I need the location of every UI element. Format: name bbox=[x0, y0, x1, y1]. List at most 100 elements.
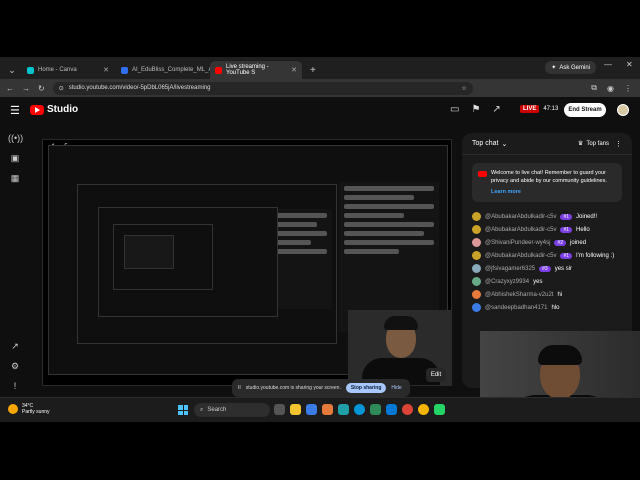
whatsapp-icon[interactable] bbox=[434, 404, 445, 415]
avatar[interactable] bbox=[472, 238, 481, 247]
pause-icon: II bbox=[238, 385, 241, 391]
tab-live-streaming[interactable]: Live streaming - YouTube S ✕ bbox=[210, 61, 302, 79]
chat-message: @Crazyxyz9934 yes bbox=[462, 275, 632, 288]
chat-author[interactable]: @sandeepbadhan4171 bbox=[485, 305, 547, 311]
reload-icon[interactable]: ↻ bbox=[38, 84, 45, 93]
expand-icon[interactable]: ↗ bbox=[8, 341, 22, 352]
browser-tab-strip: ⌄ Home - Canva ✕ AI_EduBliss_Complete_ML… bbox=[0, 57, 640, 79]
canva-icon bbox=[27, 66, 34, 74]
flag-icon[interactable]: ⚑ bbox=[471, 104, 480, 115]
trophy-icon: ♛ bbox=[577, 141, 584, 147]
docs-icon bbox=[121, 66, 128, 74]
sun-icon bbox=[8, 404, 18, 414]
feedback-icon[interactable]: ! bbox=[8, 381, 22, 391]
top-fan-badge: #1 bbox=[560, 213, 573, 220]
end-stream-button[interactable]: End Stream bbox=[564, 103, 606, 117]
nested-screen-3 bbox=[98, 207, 278, 317]
chat-author[interactable]: @jfsivagamer6325 bbox=[485, 266, 535, 272]
settings-gear-icon[interactable]: ⚙ bbox=[8, 361, 22, 372]
learn-more-link[interactable]: Learn more bbox=[491, 188, 616, 196]
taskbar-search[interactable]: ⌕ Search bbox=[194, 403, 270, 417]
weather-widget[interactable]: 34°C Partly sunny bbox=[8, 403, 50, 415]
live-timer: 47:13 bbox=[543, 106, 559, 112]
screen-share-bar: II studio.youtube.com is sharing your sc… bbox=[232, 379, 410, 397]
tab-ai-edubliss[interactable]: AI_EduBliss_Complete_ML_AI ✕ bbox=[116, 61, 224, 79]
minimize-icon[interactable]: — bbox=[604, 60, 612, 69]
avatar[interactable] bbox=[472, 277, 481, 286]
chat-text: Joined!! bbox=[576, 213, 598, 220]
start-button[interactable] bbox=[178, 405, 188, 415]
hamburger-menu-icon[interactable]: ☰ bbox=[10, 104, 20, 117]
profile-icon[interactable]: ◉ bbox=[607, 84, 614, 93]
welcome-notice: Welcome to live chat! Remember to guard … bbox=[472, 163, 622, 202]
chat-message: @AbubakarAbdulkadir-c5v #1 Hello bbox=[462, 223, 632, 236]
chrome-profile-icon[interactable] bbox=[418, 404, 429, 415]
chat-author[interactable]: @Crazyxyz9934 bbox=[485, 279, 529, 285]
chat-author[interactable]: @ShivaniPundeer-wy4sj bbox=[485, 240, 550, 246]
close-icon[interactable]: ✕ bbox=[103, 66, 109, 74]
avatar[interactable] bbox=[472, 290, 481, 299]
top-fans-button[interactable]: ♛ Top fans bbox=[577, 140, 609, 148]
nested-screen-4 bbox=[113, 224, 213, 290]
avatar[interactable] bbox=[472, 225, 481, 234]
new-tab-button[interactable]: + bbox=[304, 61, 322, 79]
stream-preview: 4 5 bbox=[42, 139, 452, 386]
avatar[interactable] bbox=[472, 212, 481, 221]
top-chat-dropdown[interactable]: Top chat bbox=[472, 140, 498, 147]
chat-text: joined bbox=[570, 239, 587, 246]
stream-icon[interactable]: ((•)) bbox=[8, 133, 23, 143]
gemini-icon: ✦ bbox=[551, 65, 557, 71]
tab-canva[interactable]: Home - Canva ✕ bbox=[22, 61, 114, 79]
more-menu-icon[interactable]: ⋮ bbox=[624, 84, 632, 93]
nested-screen-2 bbox=[77, 184, 337, 344]
edge-icon[interactable] bbox=[338, 404, 349, 415]
stop-sharing-button[interactable]: Stop sharing bbox=[345, 383, 387, 393]
taskbar-apps bbox=[274, 404, 445, 415]
chat-more-icon[interactable]: ⋮ bbox=[615, 140, 622, 148]
bookmark-star-icon[interactable]: ☆ bbox=[461, 85, 466, 92]
edit-button[interactable]: Edit bbox=[426, 368, 446, 382]
chrome-icon[interactable] bbox=[402, 404, 413, 415]
app-icon[interactable] bbox=[370, 404, 381, 415]
back-icon[interactable]: ← bbox=[6, 84, 14, 93]
ask-gemini-button[interactable]: ✦ Ask Gemini bbox=[545, 61, 596, 74]
file-explorer-icon[interactable] bbox=[290, 404, 301, 415]
youtube-icon bbox=[478, 171, 487, 177]
photos-icon[interactable] bbox=[322, 404, 333, 415]
chevron-down-icon[interactable]: ⌄ bbox=[501, 140, 507, 148]
account-avatar[interactable] bbox=[617, 104, 629, 116]
studio-logo[interactable]: Studio bbox=[30, 104, 78, 115]
chat-message: @AbubakarAbdulkadir-c5v #1 I'm following :… bbox=[462, 249, 632, 262]
avatar[interactable] bbox=[472, 251, 481, 260]
tab-search-icon[interactable]: ⌄ bbox=[4, 61, 20, 79]
browser-toolbar: ← → ↻ ⊙ studio.youtube.com/video/-5pDbL0… bbox=[0, 79, 640, 97]
extensions-icon[interactable]: ⧉ bbox=[591, 83, 597, 93]
youtube-icon bbox=[215, 66, 222, 74]
camera-icon[interactable]: ▣ bbox=[8, 153, 22, 164]
chat-header: Top chat ⌄ ♛ Top fans ⋮ bbox=[462, 133, 632, 155]
chat-author[interactable]: @AbubakarAbdulkadir-c5v bbox=[485, 227, 556, 233]
close-icon[interactable]: ✕ bbox=[291, 66, 297, 74]
search-icon: ⌕ bbox=[200, 406, 204, 413]
forward-icon[interactable]: → bbox=[22, 84, 30, 93]
hp-icon[interactable] bbox=[354, 404, 365, 415]
url-text: studio.youtube.com/video/-5pDbL065jA/liv… bbox=[68, 85, 211, 91]
close-window-icon[interactable]: ✕ bbox=[626, 60, 633, 69]
chat-author[interactable]: @AbhishekSharma-v2u2t bbox=[485, 292, 553, 298]
task-view-icon[interactable] bbox=[274, 404, 285, 415]
share-icon[interactable]: ↗ bbox=[492, 104, 500, 115]
top-fan-badge: #1 bbox=[560, 226, 573, 233]
store-icon[interactable] bbox=[306, 404, 317, 415]
chat-author[interactable]: @AbubakarAbdulkadir-c5v bbox=[485, 214, 556, 220]
avatar[interactable] bbox=[472, 303, 481, 312]
calendar-icon[interactable]: ▦ bbox=[8, 173, 22, 184]
taskbar-search-label: Search bbox=[207, 407, 227, 413]
avatar[interactable] bbox=[472, 264, 481, 273]
chat-text: I'm following :) bbox=[576, 252, 615, 259]
hide-button[interactable]: Hide bbox=[391, 385, 401, 391]
site-info-icon[interactable]: ⊙ bbox=[59, 85, 64, 92]
chat-author[interactable]: @AbubakarAbdulkadir-c5v bbox=[485, 253, 556, 259]
address-bar[interactable]: ⊙ studio.youtube.com/video/-5pDbL065jA/l… bbox=[52, 81, 473, 95]
mail-icon[interactable] bbox=[386, 404, 397, 415]
monitor-icon[interactable]: ▭ bbox=[450, 104, 459, 115]
